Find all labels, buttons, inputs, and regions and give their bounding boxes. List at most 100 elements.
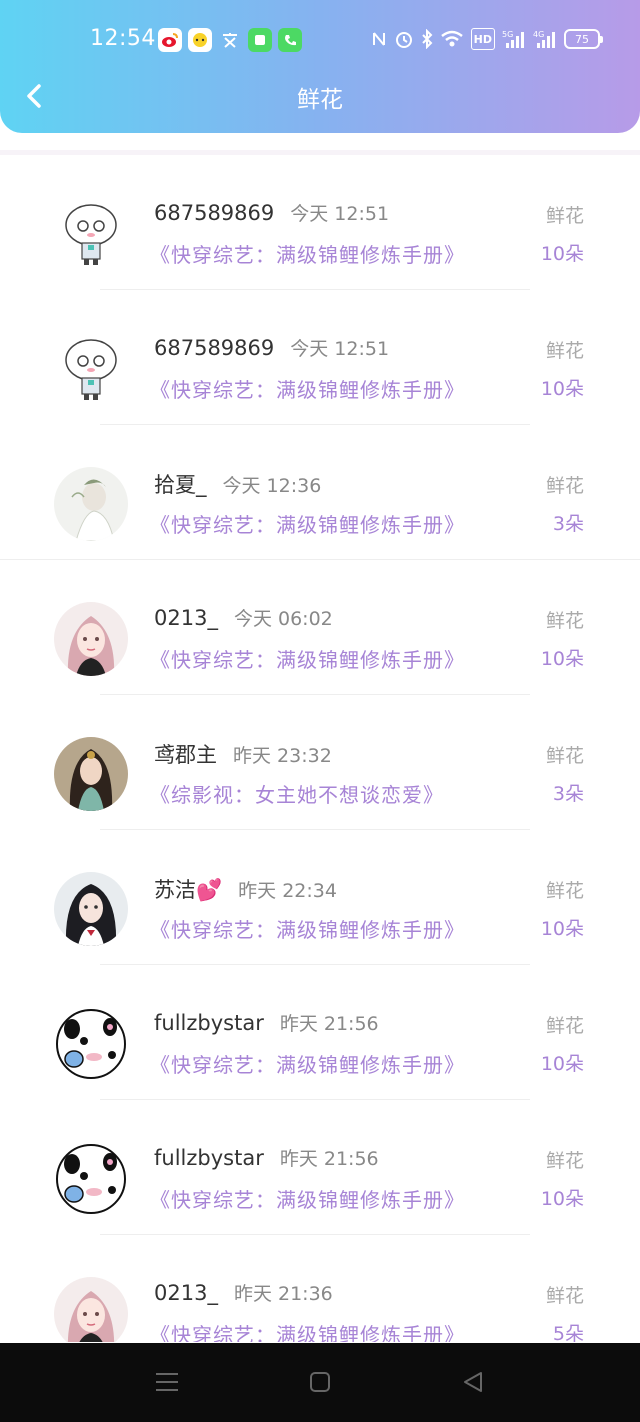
username[interactable]: fullzbystar <box>154 1011 264 1035</box>
book-title-link[interactable]: 《快穿综艺：满级锦鲤修炼手册》 <box>150 914 465 943</box>
username[interactable]: 0213_ <box>154 1281 218 1305</box>
gift-type-label: 鲜花 <box>545 1150 584 1172</box>
home-icon <box>310 1372 330 1392</box>
timestamp: 今天 06:02 <box>233 608 333 630</box>
timestamp: 今天 12:51 <box>290 203 390 225</box>
battery-indicator: 75 <box>564 29 603 49</box>
gift-amount: 3朵 <box>552 783 584 805</box>
gift-amount: 3朵 <box>552 513 584 535</box>
gift-type-label: 鲜花 <box>545 205 584 227</box>
wifi-icon <box>440 28 464 50</box>
username[interactable]: 苏洁💕 <box>154 874 222 904</box>
gift-amount: 10朵 <box>540 1053 584 1075</box>
status-time: 12:54 <box>90 26 156 51</box>
gift-amount: 5朵 <box>552 1323 584 1342</box>
avatar[interactable] <box>54 737 128 811</box>
name-line: 687589869 今天 12:51 <box>154 199 389 226</box>
notification-icons <box>158 28 302 52</box>
username[interactable]: fullzbystar <box>154 1146 264 1170</box>
back-nav-button[interactable] <box>458 1367 488 1397</box>
name-line: 苏洁💕 昨天 22:34 <box>154 874 337 904</box>
avatar[interactable] <box>54 1007 128 1081</box>
book-title-link[interactable]: 《综影视：女主她不想谈恋爱》 <box>150 779 444 808</box>
home-button[interactable] <box>305 1367 335 1397</box>
username[interactable]: 鸢郡主 <box>154 739 217 769</box>
chat-app-icon <box>188 28 212 52</box>
name-line: 拾夏_ 今天 12:36 <box>154 469 321 499</box>
avatar[interactable] <box>54 872 128 946</box>
gift-type-label: 鲜花 <box>545 340 584 362</box>
gift-record-row[interactable]: fullzbystar 昨天 21:56 《快穿综艺：满级锦鲤修炼手册》 鲜花 … <box>0 1100 640 1235</box>
timestamp: 昨天 21:36 <box>233 1283 333 1305</box>
system-icons: HD 5G 4G 75 <box>371 28 603 50</box>
gift-record-row[interactable]: 687589869 今天 12:51 《快穿综艺：满级锦鲤修炼手册》 鲜花 10… <box>0 290 640 425</box>
weibo-icon <box>158 28 182 52</box>
gift-record-row[interactable]: 苏洁💕 昨天 22:34 《快穿综艺：满级锦鲤修炼手册》 鲜花 10朵 <box>0 830 640 965</box>
gift-amount: 10朵 <box>540 243 584 265</box>
svg-text:5G: 5G <box>502 30 513 39</box>
green-app-icon <box>248 28 272 52</box>
status-bar: 12:54 HD 5G 4G 75 <box>0 22 640 58</box>
hd-icon: HD <box>470 28 495 50</box>
book-title-link[interactable]: 《快穿综艺：满级锦鲤修炼手册》 <box>150 1319 465 1342</box>
menu-button[interactable] <box>152 1367 182 1397</box>
gift-amount: 10朵 <box>540 648 584 670</box>
system-navigation-bar <box>0 1343 640 1422</box>
username[interactable]: 687589869 <box>154 336 274 360</box>
username[interactable]: 687589869 <box>154 201 274 225</box>
gift-record-row[interactable]: fullzbystar 昨天 21:56 《快穿综艺：满级锦鲤修炼手册》 鲜花 … <box>0 965 640 1100</box>
avatar[interactable] <box>54 197 128 271</box>
4g-signal-icon: 4G <box>533 28 557 50</box>
gift-type-label: 鲜花 <box>545 475 584 497</box>
gift-type-label: 鲜花 <box>545 610 584 632</box>
name-line: 0213_ 昨天 21:36 <box>154 1279 333 1306</box>
username[interactable]: 0213_ <box>154 606 218 630</box>
svg-text:4G: 4G <box>533 30 544 39</box>
avatar[interactable] <box>54 332 128 406</box>
gift-type-label: 鲜花 <box>545 1015 584 1037</box>
book-title-link[interactable]: 《快穿综艺：满级锦鲤修炼手册》 <box>150 1184 465 1213</box>
book-title-link[interactable]: 《快穿综艺：满级锦鲤修炼手册》 <box>150 1049 465 1078</box>
gift-amount: 10朵 <box>540 1188 584 1210</box>
page-title: 鲜花 <box>297 87 343 113</box>
5g-signal-icon: 5G <box>502 28 526 50</box>
translate-icon <box>218 28 242 52</box>
alarm-icon <box>394 28 414 50</box>
timestamp: 昨天 21:56 <box>279 1148 379 1170</box>
gift-type-label: 鲜花 <box>545 880 584 902</box>
gift-record-list[interactable]: 687589869 今天 12:51 《快穿综艺：满级锦鲤修炼手册》 鲜花 10… <box>0 150 640 1342</box>
menu-icon <box>156 1373 178 1391</box>
timestamp: 今天 12:36 <box>222 475 322 497</box>
book-title-link[interactable]: 《快穿综艺：满级锦鲤修炼手册》 <box>150 509 465 538</box>
timestamp: 今天 12:51 <box>290 338 390 360</box>
gift-record-row[interactable]: 0213_ 昨天 21:36 《快穿综艺：满级锦鲤修炼手册》 鲜花 5朵 <box>0 1235 640 1342</box>
gift-amount: 10朵 <box>540 918 584 940</box>
name-line: fullzbystar 昨天 21:56 <box>154 1144 379 1171</box>
gift-amount: 10朵 <box>540 378 584 400</box>
app-header: 12:54 HD 5G 4G 75 鲜花 <box>0 0 640 133</box>
username[interactable]: 拾夏_ <box>154 469 207 499</box>
name-line: fullzbystar 昨天 21:56 <box>154 1009 379 1036</box>
name-line: 鸢郡主 昨天 23:32 <box>154 739 332 769</box>
gift-record-row[interactable]: 拾夏_ 今天 12:36 《快穿综艺：满级锦鲤修炼手册》 鲜花 3朵 <box>0 425 640 560</box>
book-title-link[interactable]: 《快穿综艺：满级锦鲤修炼手册》 <box>150 644 465 673</box>
name-line: 0213_ 今天 06:02 <box>154 604 333 631</box>
avatar[interactable] <box>54 1277 128 1342</box>
gift-record-row[interactable]: 687589869 今天 12:51 《快穿综艺：满级锦鲤修炼手册》 鲜花 10… <box>0 155 640 290</box>
gift-record-row[interactable]: 鸢郡主 昨天 23:32 《综影视：女主她不想谈恋爱》 鲜花 3朵 <box>0 695 640 830</box>
phone-icon <box>278 28 302 52</box>
name-line: 687589869 今天 12:51 <box>154 334 389 361</box>
avatar[interactable] <box>54 1142 128 1216</box>
avatar[interactable] <box>54 602 128 676</box>
nfc-icon <box>371 28 387 50</box>
avatar[interactable] <box>54 467 128 541</box>
book-title-link[interactable]: 《快穿综艺：满级锦鲤修炼手册》 <box>150 374 465 403</box>
back-triangle-icon <box>464 1372 482 1392</box>
gift-type-label: 鲜花 <box>545 745 584 767</box>
bluetooth-icon <box>421 28 433 50</box>
timestamp: 昨天 23:32 <box>233 745 332 767</box>
timestamp: 昨天 22:34 <box>238 880 337 902</box>
gift-record-row[interactable]: 0213_ 今天 06:02 《快穿综艺：满级锦鲤修炼手册》 鲜花 10朵 <box>0 560 640 695</box>
gift-type-label: 鲜花 <box>545 1285 584 1307</box>
book-title-link[interactable]: 《快穿综艺：满级锦鲤修炼手册》 <box>150 239 465 268</box>
